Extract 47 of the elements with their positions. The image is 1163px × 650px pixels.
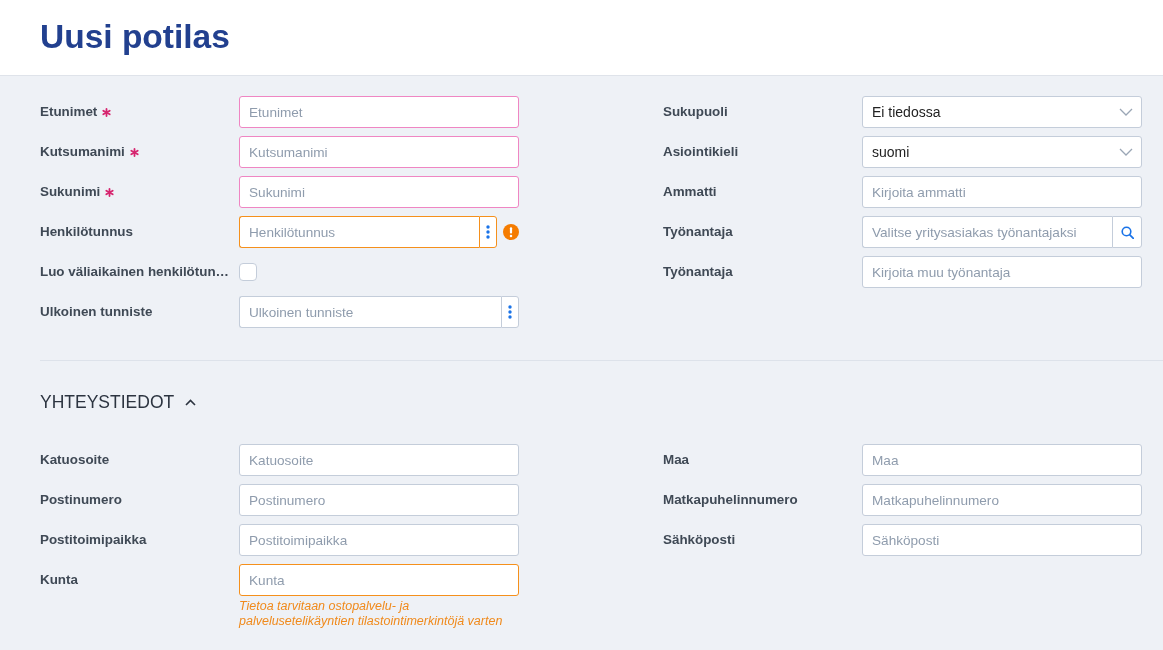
text-field[interactable]: Sukunimi: [239, 176, 519, 208]
text-field[interactable]: Sähköposti: [862, 524, 1142, 556]
field-label: Kunta: [40, 570, 78, 589]
field-label: Sukunimi: [40, 182, 101, 201]
text-field[interactable]: Kunta: [239, 564, 519, 596]
checkbox[interactable]: [239, 263, 257, 281]
chevron-down-icon: [1119, 108, 1133, 116]
dropdown[interactable]: Ei tiedossa: [862, 96, 1142, 128]
field-label: Kutsumanimi: [40, 142, 125, 161]
more-button[interactable]: [501, 296, 519, 328]
text-field[interactable]: Kutsumanimi: [239, 136, 519, 168]
field-label: Asiointikieli: [663, 142, 739, 161]
field-label: Postinumero: [40, 490, 122, 509]
text-field[interactable]: Etunimet: [239, 96, 519, 128]
vertical-dots-icon: [508, 305, 512, 319]
text-field[interactable]: Postinumero: [239, 484, 519, 516]
vertical-dots-icon: [486, 225, 490, 239]
field-label: Sukupuoli: [663, 102, 728, 121]
search-button[interactable]: [1112, 216, 1142, 248]
text-field[interactable]: Maa: [862, 444, 1142, 476]
field-label: Ammatti: [663, 182, 717, 201]
field-label: Maa: [663, 450, 690, 469]
text-field[interactable]: Matkapuhelinnumero: [862, 484, 1142, 516]
text-field[interactable]: Ulkoinen tunniste: [239, 296, 501, 328]
text-field[interactable]: Valitse yritysasiakas työnantajaksi: [862, 216, 1112, 248]
dropdown[interactable]: suomi: [862, 136, 1142, 168]
text-field[interactable]: Henkilötunnus: [239, 216, 479, 248]
field-label: Työnantaja: [663, 262, 733, 281]
text-field[interactable]: Kirjoita muu työnantaja: [862, 256, 1142, 288]
page-title: Uusi potilas: [40, 17, 230, 58]
more-button[interactable]: [479, 216, 497, 248]
field-label: Henkilötunnus: [40, 222, 133, 241]
search-icon: [1120, 225, 1134, 239]
section-toggle[interactable]: YHTEYSTIEDOT: [40, 387, 197, 417]
chevron-down-icon: [1119, 148, 1133, 156]
hint-text: Tietoa tarvitaan ostopalvelu- ja palvelusetelikäyntien tilastointimerkintöjä varten: [239, 599, 504, 629]
field-label: Ulkoinen tunniste: [40, 302, 153, 321]
text-field[interactable]: Kirjoita ammatti: [862, 176, 1142, 208]
field-label: Luo väliaikainen henkilötun…: [40, 262, 229, 281]
field-label: Sähköposti: [663, 530, 736, 549]
field-label: Etunimet: [40, 102, 98, 121]
field-label: Työnantaja: [663, 222, 733, 241]
field-label: Katuosoite: [40, 450, 110, 469]
field-label: Postitoimipaikka: [40, 530, 147, 549]
field-label: Matkapuhelinnumero: [663, 490, 798, 509]
text-field[interactable]: Katuosoite: [239, 444, 519, 476]
text-field[interactable]: Postitoimipaikka: [239, 524, 519, 556]
